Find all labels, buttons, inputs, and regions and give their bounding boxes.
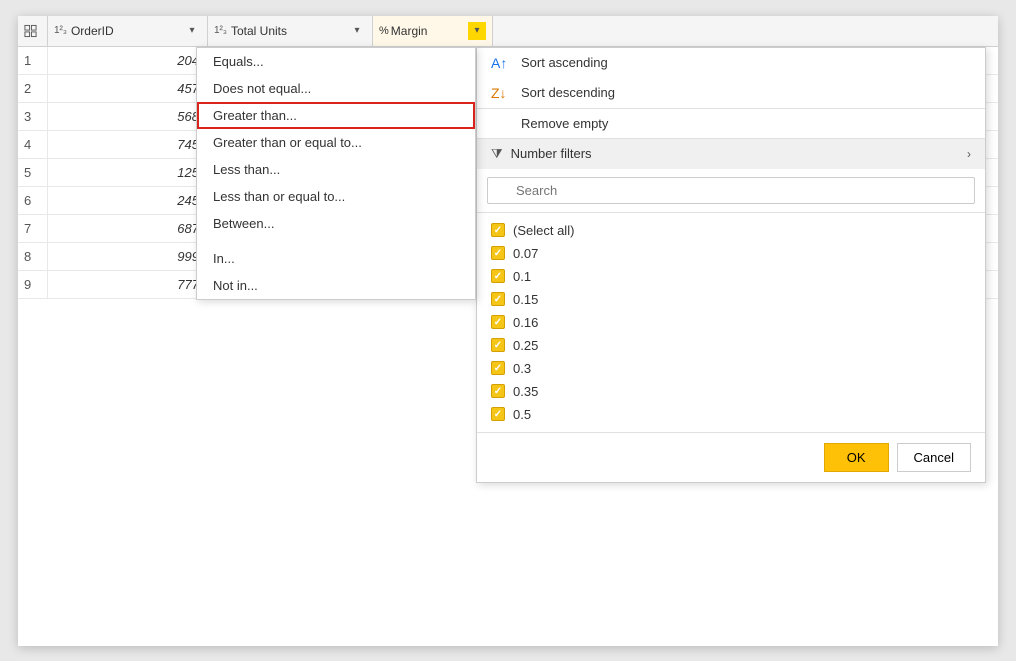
number-filters-label: Number filters	[511, 146, 592, 161]
filter-label-0.25: 0.25	[513, 338, 538, 353]
table-header: 1²₃ OrderID ▾ 1²₃ Total Units ▾ % Margin…	[18, 16, 998, 47]
sort-ascending-item[interactable]: A↑ Sort ascending	[477, 48, 985, 78]
sort-ascending-label: Sort ascending	[521, 55, 608, 70]
checkbox-0.25[interactable]	[491, 338, 505, 352]
cell-orderid-5: 125	[48, 159, 208, 186]
search-input[interactable]	[487, 177, 975, 204]
menu-item-not-equal[interactable]: Does not equal...	[197, 75, 475, 102]
number-filters-row[interactable]: ⧩ Number filters ›	[477, 139, 985, 169]
search-wrapper: 🔍	[487, 177, 975, 204]
orderid-label: OrderID	[71, 24, 183, 38]
filter-item-0.15[interactable]: 0.15	[477, 288, 985, 311]
orderid-dropdown[interactable]: ▾	[183, 22, 201, 40]
totalunits-label: Total Units	[231, 24, 348, 38]
menu-item-greater-equal[interactable]: Greater than or equal to...	[197, 129, 475, 156]
cell-orderid-4: 745	[48, 131, 208, 158]
cell-orderid-3: 568	[48, 103, 208, 130]
context-menu: Equals... Does not equal... Greater than…	[196, 47, 476, 300]
filter-label-0.07: 0.07	[513, 246, 538, 261]
filter-label-0.35: 0.35	[513, 384, 538, 399]
checkbox-0.07[interactable]	[491, 246, 505, 260]
cancel-button[interactable]: Cancel	[897, 443, 971, 472]
checkbox-0.1[interactable]	[491, 269, 505, 283]
sort-descending-label: Sort descending	[521, 85, 615, 100]
remove-empty-label: Remove empty	[521, 116, 608, 131]
col-header-orderid: 1²₃ OrderID ▾	[48, 16, 208, 46]
menu-item-equals[interactable]: Equals...	[197, 48, 475, 75]
filter-label-0.1: 0.1	[513, 269, 531, 284]
col-header-totalunits: 1²₃ Total Units ▾	[208, 16, 373, 46]
totalunits-type-icon: 1²₃	[214, 25, 227, 36]
cell-rownum-7: 7	[18, 215, 48, 242]
ok-button[interactable]: OK	[824, 443, 889, 472]
cell-orderid-2: 457	[48, 75, 208, 102]
checkbox-0.15[interactable]	[491, 292, 505, 306]
col-header-rownum	[18, 16, 48, 46]
cell-orderid-7: 687	[48, 215, 208, 242]
remove-empty-item[interactable]: Remove empty	[477, 109, 985, 138]
filter-label-0.3: 0.3	[513, 361, 531, 376]
checkbox-0.5[interactable]	[491, 407, 505, 421]
orderid-type-icon: 1²₃	[54, 25, 67, 36]
col-header-margin: % Margin ▾	[373, 16, 493, 46]
cell-orderid-9: 777	[48, 271, 208, 298]
cell-orderid-1: 204	[48, 47, 208, 74]
filter-label-0.16: 0.16	[513, 315, 538, 330]
search-box: 🔍	[477, 169, 985, 213]
checkbox-0.3[interactable]	[491, 361, 505, 375]
filter-panel: A↑ Sort ascending Z↓ Sort descending Rem…	[476, 47, 986, 483]
filter-footer: OK Cancel	[477, 432, 985, 482]
checkbox-0.35[interactable]	[491, 384, 505, 398]
cell-rownum-6: 6	[18, 187, 48, 214]
filter-item-0.1[interactable]: 0.1	[477, 265, 985, 288]
cell-rownum-3: 3	[18, 103, 48, 130]
sort-descending-icon: Z↓	[491, 85, 511, 101]
funnel-icon: ⧩	[491, 146, 503, 162]
filter-item-0.16[interactable]: 0.16	[477, 311, 985, 334]
filter-item-0.35[interactable]: 0.35	[477, 380, 985, 403]
filter-label-0.15: 0.15	[513, 292, 538, 307]
chevron-right-icon: ›	[967, 147, 971, 161]
cell-orderid-8: 999	[48, 243, 208, 270]
checkbox-select-all[interactable]	[491, 223, 505, 237]
margin-type-icon: %	[379, 25, 389, 37]
margin-dropdown[interactable]: ▾	[468, 22, 486, 40]
filter-select-all[interactable]: (Select all)	[477, 219, 985, 242]
filter-select-all-label: (Select all)	[513, 223, 574, 238]
menu-item-between[interactable]: Between...	[197, 210, 475, 237]
sort-ascending-icon: A↑	[491, 55, 511, 71]
menu-item-in[interactable]: In...	[197, 245, 475, 272]
remove-empty-section: Remove empty	[477, 109, 985, 139]
menu-item-less-equal[interactable]: Less than or equal to...	[197, 183, 475, 210]
menu-item-less-than[interactable]: Less than...	[197, 156, 475, 183]
cell-rownum-2: 2	[18, 75, 48, 102]
cell-rownum-5: 5	[18, 159, 48, 186]
sort-section: A↑ Sort ascending Z↓ Sort descending	[477, 48, 985, 109]
filter-item-0.07[interactable]: 0.07	[477, 242, 985, 265]
cell-rownum-1: 1	[18, 47, 48, 74]
filter-item-0.3[interactable]: 0.3	[477, 357, 985, 380]
filter-item-0.25[interactable]: 0.25	[477, 334, 985, 357]
sort-descending-item[interactable]: Z↓ Sort descending	[477, 78, 985, 108]
filter-item-0.5[interactable]: 0.5	[477, 403, 985, 426]
cell-rownum-9: 9	[18, 271, 48, 298]
grid-icon	[24, 24, 37, 38]
menu-item-not-in[interactable]: Not in...	[197, 272, 475, 299]
filter-label-0.5: 0.5	[513, 407, 531, 422]
cell-rownum-8: 8	[18, 243, 48, 270]
menu-item-greater-than[interactable]: Greater than...	[197, 102, 475, 129]
filter-list: (Select all) 0.07 0.1 0.15 0.16 0.25	[477, 213, 985, 432]
cell-rownum-4: 4	[18, 131, 48, 158]
checkbox-0.16[interactable]	[491, 315, 505, 329]
totalunits-dropdown[interactable]: ▾	[348, 22, 366, 40]
margin-label: Margin	[391, 24, 468, 38]
main-container: 1²₃ OrderID ▾ 1²₃ Total Units ▾ % Margin…	[18, 16, 998, 646]
cell-orderid-6: 245	[48, 187, 208, 214]
